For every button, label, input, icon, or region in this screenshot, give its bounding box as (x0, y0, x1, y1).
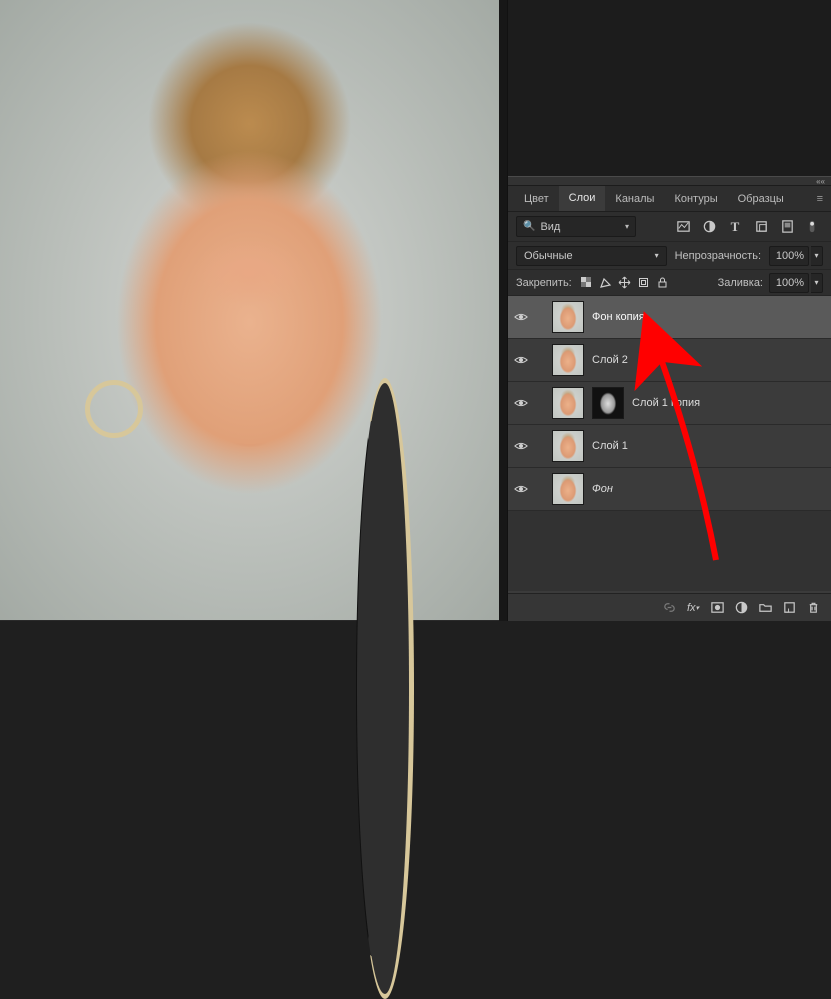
chevron-down-icon: ▾ (655, 251, 659, 260)
image-detail (356, 378, 414, 999)
opacity-label: Непрозрачность: (675, 250, 761, 262)
layer-name: Фон копия (592, 311, 645, 323)
layer-thumbnail[interactable] (552, 473, 584, 505)
visibility-toggle[interactable] (512, 308, 530, 326)
tab-layers[interactable]: Слои (559, 186, 606, 211)
visibility-toggle[interactable] (512, 437, 530, 455)
document-image (0, 0, 499, 620)
panel-collapse-handle[interactable]: «« (508, 176, 831, 186)
lock-fill-row: Закрепить: Заливка: 100% ▾ (508, 270, 831, 296)
layer-row[interactable]: Фон копия (508, 296, 831, 339)
filter-type-label: Вид (540, 221, 560, 233)
layer-row[interactable]: Слой 1 (508, 425, 831, 468)
layer-row[interactable]: Фон (508, 468, 831, 511)
delete-icon[interactable] (803, 598, 823, 618)
tab-paths[interactable]: Контуры (664, 187, 727, 210)
link-layers-icon[interactable] (659, 598, 679, 618)
lock-icons-group (578, 274, 672, 292)
blend-mode-combo[interactable]: Обычные ▾ (516, 246, 667, 266)
lock-artboard-icon[interactable] (635, 274, 653, 292)
opacity-dropdown[interactable]: ▾ (811, 246, 823, 266)
opacity-value-input[interactable]: 100% (769, 246, 809, 266)
layer-thumbnail[interactable] (552, 430, 584, 462)
layer-name: Слой 1 копия (632, 397, 700, 409)
group-icon[interactable] (755, 598, 775, 618)
filter-pixel-icon[interactable] (673, 217, 693, 237)
search-icon: 🔍 (523, 221, 535, 232)
tab-swatches[interactable]: Образцы (728, 187, 794, 210)
tab-color[interactable]: Цвет (514, 187, 559, 210)
visibility-toggle[interactable] (512, 480, 530, 498)
layer-row[interactable]: Слой 2 (508, 339, 831, 382)
layers-panel: «« Цвет Слои Каналы Контуры Образцы ≡ 🔍 … (507, 0, 831, 621)
fill-dropdown[interactable]: ▾ (811, 273, 823, 293)
layer-mask-thumbnail[interactable] (592, 387, 624, 419)
layer-thumbnail[interactable] (552, 301, 584, 333)
filter-shape-icon[interactable] (751, 217, 771, 237)
panel-tabs: Цвет Слои Каналы Контуры Образцы ≡ (508, 186, 831, 212)
layer-name: Слой 1 (592, 440, 628, 452)
lock-label: Закрепить: (516, 277, 572, 289)
fill-value: 100% (776, 277, 804, 289)
filter-adjustment-icon[interactable] (699, 217, 719, 237)
filter-type-icon[interactable]: T (725, 217, 745, 237)
tab-label: Образцы (738, 193, 784, 205)
lock-pixels-icon[interactable] (597, 274, 615, 292)
filter-smart-icon[interactable] (777, 217, 797, 237)
chevron-down-icon: ▾ (625, 222, 629, 231)
new-layer-icon[interactable] (779, 598, 799, 618)
opacity-value: 100% (776, 250, 804, 262)
fill-label: Заливка: (718, 277, 763, 289)
layer-mask-icon[interactable] (707, 598, 727, 618)
panel-menu-button[interactable]: ≡ (809, 189, 831, 209)
filter-toggle-switch[interactable] (803, 217, 823, 237)
blend-mode-value: Обычные (524, 250, 573, 262)
fill-value-input[interactable]: 100% (769, 273, 809, 293)
workspace-gap (499, 0, 507, 621)
tab-label: Слои (569, 192, 596, 204)
layer-thumbnail[interactable] (552, 344, 584, 376)
lock-all-icon[interactable] (654, 274, 672, 292)
menu-icon: ≡ (817, 193, 823, 205)
canvas-area[interactable] (0, 0, 499, 621)
tab-label: Цвет (524, 193, 549, 205)
tab-channels[interactable]: Каналы (605, 187, 664, 210)
layers-empty-area[interactable] (508, 511, 831, 591)
panel-empty-area (508, 0, 831, 176)
layer-name: Слой 2 (592, 354, 628, 366)
layer-filter-row: 🔍 Вид ▾ T (508, 212, 831, 242)
layer-name: Фон (592, 483, 613, 495)
visibility-toggle[interactable] (512, 394, 530, 412)
layer-thumbnail[interactable] (552, 387, 584, 419)
collapse-icon: «« (816, 177, 825, 186)
layer-row[interactable]: Слой 1 копия (508, 382, 831, 425)
tab-label: Каналы (615, 193, 654, 205)
visibility-toggle[interactable] (512, 351, 530, 369)
layers-list: Фон копия Слой 2 Слой 1 копия Слой 1 Фон (508, 296, 831, 593)
fx-icon[interactable]: fx▾ (683, 598, 703, 618)
layer-filter-type-combo[interactable]: 🔍 Вид ▾ (516, 216, 636, 237)
lock-transparency-icon[interactable] (578, 274, 596, 292)
tab-label: Контуры (674, 193, 717, 205)
blend-opacity-row: Обычные ▾ Непрозрачность: 100% ▾ (508, 242, 831, 270)
adjustment-layer-icon[interactable] (731, 598, 751, 618)
lock-position-icon[interactable] (616, 274, 634, 292)
layers-bottom-bar: fx▾ (508, 593, 831, 621)
image-detail (85, 380, 143, 438)
